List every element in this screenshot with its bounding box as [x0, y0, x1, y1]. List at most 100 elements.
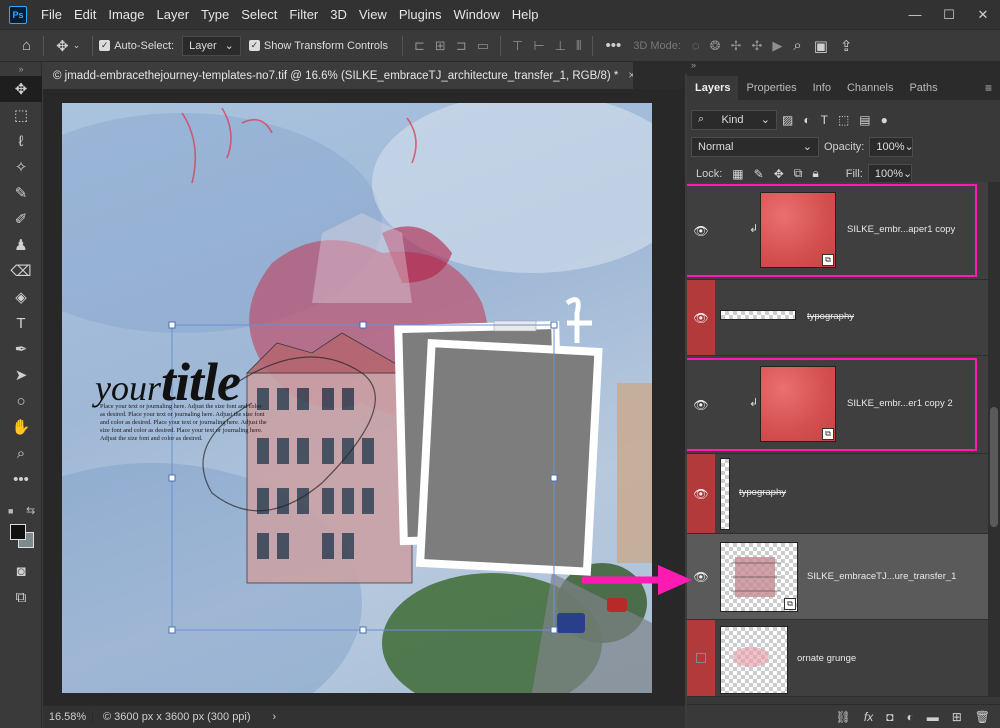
collapse-panels-icon[interactable]: » — [691, 60, 696, 70]
menu-plugins[interactable]: Plugins — [393, 0, 448, 29]
menu-type[interactable]: Type — [195, 0, 235, 29]
align-center-icon[interactable]: ⊞ — [435, 38, 446, 54]
lock-position-icon[interactable]: ✥ — [774, 167, 784, 181]
zoom-tool-icon[interactable]: ⌕ — [0, 440, 42, 466]
photoshop-logo-icon[interactable]: Ps — [9, 5, 27, 24]
close-icon[interactable]: × — [628, 70, 633, 82]
menu-3d[interactable]: 3D — [324, 0, 353, 29]
tab-properties[interactable]: Properties — [738, 76, 804, 100]
tab-info[interactable]: Info — [805, 76, 839, 100]
menu-window[interactable]: Window — [447, 0, 505, 29]
brush-tool-icon[interactable]: ✐ — [0, 206, 42, 232]
close-window-button[interactable]: ✕ — [966, 0, 1000, 29]
filter-pixel-icon[interactable]: ▨ — [782, 113, 793, 127]
panel-collapse-bar[interactable]: » — [685, 60, 1000, 74]
restore-button[interactable]: ☐ — [932, 0, 966, 29]
tab-layers[interactable]: Layers — [687, 76, 739, 100]
panel-menu-icon[interactable]: ≡ — [985, 76, 1000, 100]
add-mask-icon[interactable]: ◘ — [886, 710, 893, 724]
lock-artboard-icon[interactable]: ⧉ — [794, 166, 803, 181]
tab-paths[interactable]: Paths — [901, 76, 945, 100]
workspace-icon[interactable]: ▣ — [814, 37, 828, 55]
new-layer-icon[interactable]: ⊞ — [952, 710, 962, 724]
align-right-icon[interactable]: ⊐ — [456, 38, 467, 54]
share-icon[interactable]: ⇪ — [840, 37, 853, 55]
align-left-icon[interactable]: ⊏ — [414, 38, 425, 54]
eraser-tool-icon[interactable]: ⌫ — [0, 258, 42, 284]
move-tool-preset-icon[interactable]: ✥ ⌄ — [56, 37, 80, 55]
document-tab[interactable]: © jmadd-embracethejourney-templates-no7.… — [43, 62, 633, 89]
search-icon[interactable]: ⌕ — [793, 37, 801, 54]
3d-camera-icon[interactable]: ▶ — [772, 38, 782, 54]
show-transform-controls-checkbox[interactable]: ✓ Show Transform Controls — [248, 40, 388, 52]
align-bottom-icon[interactable]: ⊥ — [555, 38, 566, 54]
layer-row[interactable]: ornate grunge — [687, 620, 988, 697]
filter-type-icon[interactable]: T — [821, 113, 828, 127]
tab-channels[interactable]: Channels — [839, 76, 901, 100]
eye-hidden-icon[interactable] — [687, 620, 715, 696]
3d-orbit-icon[interactable]: ◌ — [692, 38, 700, 53]
adjustment-layer-icon[interactable]: ◐ — [906, 710, 913, 724]
zoom-level[interactable]: 16.58% — [43, 711, 93, 723]
link-layers-icon[interactable]: ⛓ — [836, 710, 851, 724]
lock-transparency-icon[interactable]: ▦ — [732, 167, 743, 181]
hand-tool-icon[interactable]: ✋ — [0, 414, 42, 440]
lock-all-icon[interactable]: 🔒︎ — [812, 166, 818, 181]
3d-pan-icon[interactable]: ✢ — [731, 38, 742, 54]
document-canvas[interactable]: yourtitle Place your text or journaling … — [62, 103, 652, 693]
screen-mode-icon[interactable]: ⧉ — [0, 584, 42, 610]
menu-file[interactable]: File — [35, 0, 68, 29]
delete-layer-icon[interactable]: 🗑︎ — [975, 710, 990, 724]
menu-layer[interactable]: Layer — [151, 0, 196, 29]
menu-help[interactable]: Help — [506, 0, 545, 29]
align-middle-icon[interactable]: ▭ — [477, 38, 489, 54]
collapse-toolbar-icon[interactable]: » — [0, 62, 42, 76]
pen-tool-icon[interactable]: ✒ — [0, 336, 42, 362]
magic-wand-tool-icon[interactable]: ✧ — [0, 154, 42, 180]
layer-row[interactable]: 👁︎ typography — [687, 280, 988, 356]
eyedropper-tool-icon[interactable]: ✎ — [0, 180, 42, 206]
default-colors-icon[interactable]: ■ — [8, 506, 13, 516]
home-icon[interactable]: ⌂ — [22, 37, 31, 54]
type-tool-icon[interactable]: T — [0, 310, 42, 336]
more-options-icon[interactable]: ••• — [605, 37, 621, 54]
blend-mode-dropdown[interactable]: Normal ⌄ — [691, 136, 819, 157]
marquee-tool-icon[interactable]: ⬚ — [0, 102, 42, 128]
swap-colors-icon[interactable]: ⇆ — [26, 504, 35, 517]
menu-view[interactable]: View — [353, 0, 393, 29]
auto-select-target-dropdown[interactable]: Layer ⌄ — [182, 35, 241, 56]
foreground-color-swatch[interactable] — [10, 524, 26, 540]
quick-mask-icon[interactable]: ◙ — [0, 558, 42, 584]
auto-select-checkbox[interactable]: ✓ Auto-Select: — [99, 40, 174, 52]
fill-input[interactable]: 100% ⌄ — [867, 163, 912, 184]
menu-filter[interactable]: Filter — [283, 0, 324, 29]
filter-smart-object-icon[interactable]: ▤ — [859, 113, 870, 127]
menu-select[interactable]: Select — [235, 0, 283, 29]
paint-bucket-tool-icon[interactable]: ◈ — [0, 284, 42, 310]
align-vcenter-icon[interactable]: ⊢ — [533, 38, 544, 54]
layers-scrollbar-thumb[interactable] — [990, 407, 998, 527]
eye-icon[interactable]: 👁︎ — [687, 454, 715, 533]
new-group-icon[interactable]: ▬ — [927, 710, 939, 724]
3d-slide-icon[interactable]: ✣ — [751, 38, 762, 54]
menu-image[interactable]: Image — [102, 0, 150, 29]
3d-roll-icon[interactable]: ❂ — [710, 38, 721, 54]
opacity-input[interactable]: 100% ⌄ — [869, 136, 914, 157]
move-tool-icon[interactable]: ✥ — [0, 76, 42, 102]
layer-row[interactable]: 👁︎ typography — [687, 454, 988, 534]
filter-adjustment-icon[interactable]: ◐ — [803, 113, 810, 127]
filter-toggle-icon[interactable]: ● — [881, 113, 888, 127]
filter-shape-icon[interactable]: ⬚ — [838, 113, 849, 127]
layer-style-fx-icon[interactable]: fx — [864, 710, 873, 724]
stamp-tool-icon[interactable]: ♟ — [0, 232, 42, 258]
lock-pixels-icon[interactable]: ✎ — [754, 167, 764, 181]
more-tools-icon[interactable]: ••• — [0, 466, 42, 492]
menu-edit[interactable]: Edit — [68, 0, 102, 29]
distribute-icon[interactable]: ⫴ — [576, 38, 581, 54]
shape-tool-icon[interactable]: ○ — [0, 388, 42, 414]
status-menu-arrow-icon[interactable]: › — [273, 711, 277, 723]
layer-row-selected[interactable]: 👁︎ ⧉ SILKE_embraceTJ...ure_transfer_1 — [687, 534, 988, 620]
filter-kind-dropdown[interactable]: ⌕ Kind ⌄ — [691, 109, 777, 130]
eye-icon[interactable]: 👁︎ — [687, 280, 715, 355]
path-selection-tool-icon[interactable]: ➤ — [0, 362, 42, 388]
